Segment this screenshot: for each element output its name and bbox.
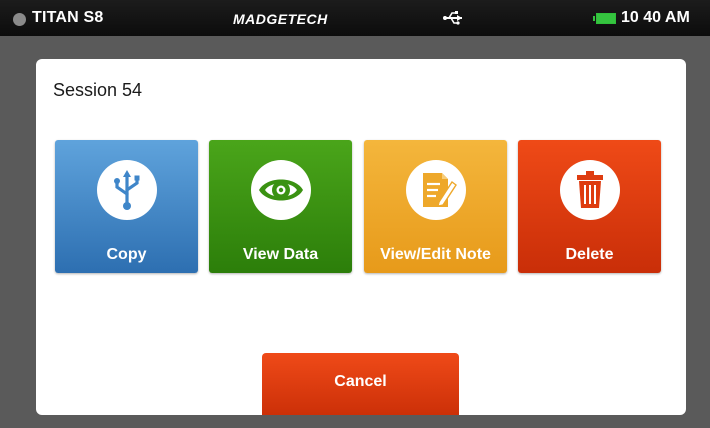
dialog-title: Session 54 [53, 80, 143, 100]
note-edit-icon [406, 160, 466, 220]
device-name: TITAN S8 [32, 9, 104, 26]
brand-logo: MADGETECH [233, 11, 328, 27]
status-dot-icon [13, 13, 26, 26]
delete-button[interactable]: Delete [518, 140, 661, 273]
battery-icon [593, 13, 616, 24]
cancel-button[interactable]: Cancel [262, 353, 459, 415]
view-edit-note-label: View/Edit Note [380, 246, 491, 263]
delete-label: Delete [565, 246, 614, 263]
clock: 10 40 AM [621, 9, 690, 26]
trash-icon [560, 160, 620, 220]
copy-label: Copy [106, 246, 147, 263]
usb-icon [442, 8, 464, 28]
session-dialog: Session 54 Copy View Data View/Edit Note… [36, 59, 686, 415]
cancel-label: Cancel [334, 373, 387, 390]
view-data-label: View Data [242, 246, 319, 263]
copy-button[interactable]: Copy [55, 140, 198, 273]
eye-icon [251, 160, 311, 220]
view-edit-note-button[interactable]: View/Edit Note [364, 140, 507, 273]
status-bar: TITAN S8 MADGETECH 10 40 AM [0, 0, 710, 36]
view-data-button[interactable]: View Data [209, 140, 352, 273]
usb-icon [97, 160, 157, 220]
